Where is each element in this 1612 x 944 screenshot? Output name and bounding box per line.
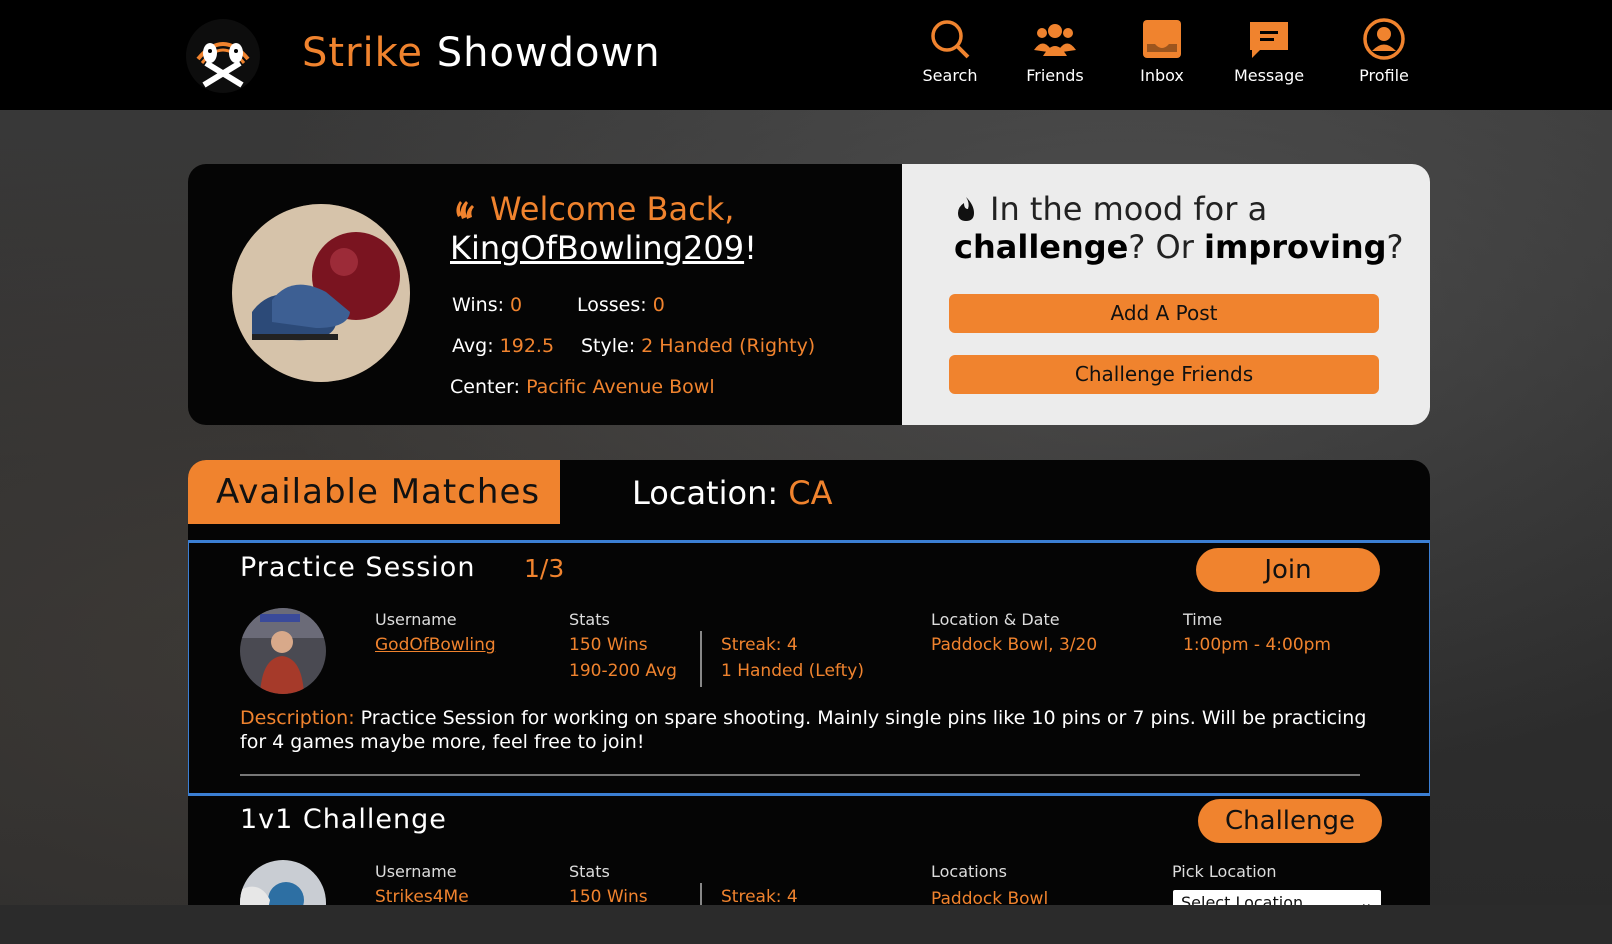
mood-mid: ? Or <box>1128 228 1205 266</box>
username-value-2[interactable]: Strikes4Me <box>375 887 469 905</box>
nav-message-label: Message <box>1233 66 1305 85</box>
stats-streak-2: Streak: 4 <box>721 887 798 905</box>
join-button[interactable]: Join <box>1196 548 1380 592</box>
pick-location-header: Pick Location <box>1172 862 1277 881</box>
challenge-friends-button[interactable]: Challenge Friends <box>949 355 1379 394</box>
location-filter[interactable]: Location: CA <box>632 474 833 512</box>
fire-icon <box>958 197 974 221</box>
brand-title[interactable]: Strike Showdown <box>302 30 661 76</box>
match-description: Description: Practice Session for workin… <box>240 706 1370 754</box>
profile-icon <box>1363 18 1405 60</box>
stat-losses-label: Losses: <box>577 294 653 316</box>
username-value[interactable]: GodOfBowling <box>375 635 496 655</box>
mood-end: ? <box>1386 228 1404 266</box>
nav-search[interactable]: Search <box>905 18 995 85</box>
stats-divider-2 <box>700 883 702 905</box>
friends-icon <box>1034 24 1076 56</box>
locdate-value: Paddock Bowl, 3/20 <box>931 635 1098 655</box>
match-title: Practice Session <box>240 552 476 583</box>
description-text: Practice Session for working on spare sh… <box>240 707 1367 753</box>
wave-hand-icon <box>456 201 474 219</box>
add-post-button[interactable]: Add A Post <box>949 294 1379 333</box>
stats-streak: Streak: 4 <box>721 635 798 655</box>
search-icon <box>931 20 970 59</box>
pick-location-placeholder: Select Location <box>1181 893 1304 905</box>
location-label: Location: <box>632 474 789 512</box>
brand-part1: Strike <box>302 30 423 76</box>
stat-center-value: Pacific Avenue Bowl <box>526 376 715 398</box>
mood-panel: In the mood for a challenge? Or improvin… <box>902 164 1430 425</box>
avatar[interactable] <box>232 204 410 382</box>
bottom-bar <box>0 905 1612 944</box>
nav-friends[interactable]: Friends <box>1010 18 1100 85</box>
nav-friends-label: Friends <box>1026 66 1084 85</box>
stat-avg-label: Avg: <box>452 335 500 357</box>
stats-wins-2: 150 Wins <box>569 887 648 905</box>
user-avatar[interactable] <box>240 608 326 694</box>
nav-inbox[interactable]: Inbox <box>1117 18 1207 85</box>
matches-panel: Available Matches Location: CA Practice … <box>188 460 1430 905</box>
location-value: CA <box>788 474 833 512</box>
match-count: 1/3 <box>524 554 565 583</box>
locations-value: Paddock Bowl <box>931 889 1049 905</box>
stat-avg: Avg: 192.5 <box>452 335 554 357</box>
pick-location-select[interactable]: Select Location ⌄ <box>1173 890 1381 905</box>
stat-center-label: Center: <box>450 376 527 398</box>
stat-wins: Wins: 0 <box>452 294 522 316</box>
nav-profile[interactable]: Profile <box>1339 18 1429 85</box>
logo[interactable] <box>186 19 260 93</box>
stats-avg: 190-200 Avg <box>569 661 677 681</box>
nav-profile-label: Profile <box>1359 66 1409 85</box>
message-icon <box>1250 22 1288 58</box>
brand-part2: Showdown <box>436 30 661 76</box>
stat-style-value: 2 Handed (Righty) <box>641 335 816 357</box>
time-value: 1:00pm - 4:00pm <box>1183 635 1331 655</box>
tab-available-matches[interactable]: Available Matches <box>188 460 560 524</box>
username-header-2: Username <box>375 862 457 881</box>
inbox-icon <box>1143 20 1181 58</box>
description-label: Description: <box>240 707 361 729</box>
stats-header-2: Stats <box>569 862 610 881</box>
welcome-username: KingOfBowling209! <box>450 229 757 267</box>
welcome-greeting-text: Welcome Back, <box>490 190 735 228</box>
nav-message[interactable]: Message <box>1224 18 1314 85</box>
challenge-button[interactable]: Challenge <box>1198 799 1382 843</box>
stat-style-label: Style: <box>581 335 642 357</box>
stat-wins-value: 0 <box>510 294 523 316</box>
user-avatar-2[interactable] <box>240 860 326 905</box>
mood-word-challenge: challenge <box>954 228 1129 266</box>
stats-divider <box>700 631 702 687</box>
stats-wins: 150 Wins <box>569 635 648 655</box>
username-header: Username <box>375 610 457 629</box>
mood-line1: In the mood for a <box>954 190 1267 228</box>
match-title-2: 1v1 Challenge <box>240 804 447 835</box>
stat-wins-label: Wins: <box>452 294 511 316</box>
mood-word-improving: improving <box>1204 228 1387 266</box>
mood-line1-text: In the mood for a <box>990 190 1268 228</box>
stat-center: Center: Pacific Avenue Bowl <box>450 376 715 398</box>
divider <box>240 774 1360 776</box>
welcome-greeting: Welcome Back, <box>452 190 734 228</box>
username-link[interactable]: KingOfBowling209 <box>450 229 744 267</box>
welcome-exclaim: ! <box>744 229 757 267</box>
locdate-header: Location & Date <box>931 610 1060 629</box>
stat-losses-value: 0 <box>652 294 665 316</box>
nav-inbox-label: Inbox <box>1140 66 1184 85</box>
chevron-down-icon: ⌄ <box>1359 893 1373 905</box>
nav-search-label: Search <box>922 66 978 85</box>
time-header: Time <box>1183 610 1223 629</box>
mood-line2: challenge? Or improving? <box>954 228 1404 266</box>
locations-header: Locations <box>931 862 1008 881</box>
top-navbar: Strike Showdown Search Friends Inbox Mes… <box>0 0 1612 110</box>
stat-style: Style: 2 Handed (Righty) <box>581 335 815 357</box>
stats-style: 1 Handed (Lefty) <box>721 661 864 681</box>
stat-avg-value: 192.5 <box>499 335 555 357</box>
stats-header: Stats <box>569 610 610 629</box>
stat-losses: Losses: 0 <box>577 294 665 316</box>
